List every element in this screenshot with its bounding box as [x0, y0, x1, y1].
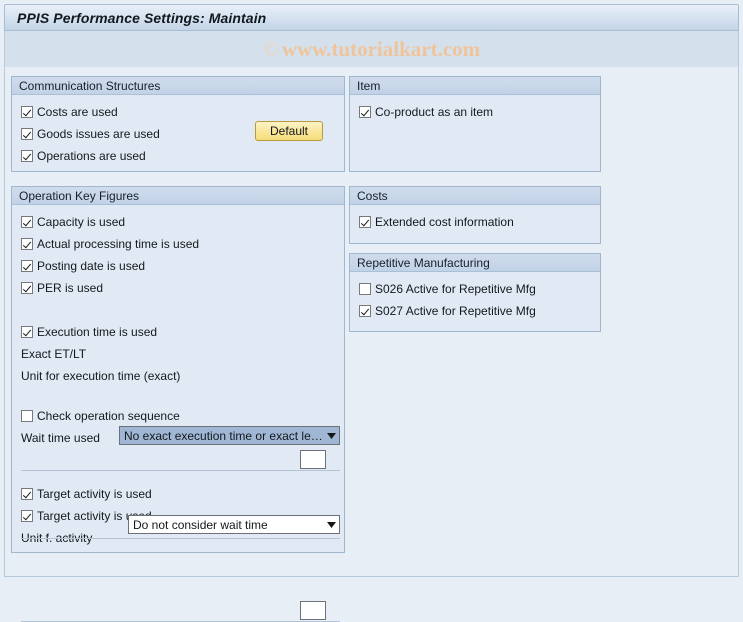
watermark-text: © www.tutorialkart.com — [263, 37, 480, 62]
group-title-item: Item — [357, 78, 381, 93]
checkbox-row-co-product-as-an-item[interactable]: Co-product as an item — [350, 101, 600, 123]
group-title-repetitive-manufacturing: Repetitive Manufacturing — [357, 255, 490, 270]
group-body-repetitive-manufacturing: S026 Active for Repetitive Mfg S027 Acti… — [350, 272, 600, 322]
checkbox-posting-date-is-used[interactable] — [21, 260, 33, 272]
label-extended-cost-information: Extended cost information — [375, 215, 514, 229]
divider-execution-time — [21, 470, 340, 471]
label-wait-time-used: Wait time used — [21, 431, 100, 445]
chevron-down-icon[interactable] — [324, 521, 339, 528]
divider-wait-time — [21, 538, 340, 539]
input-unit-for-execution-time[interactable] — [300, 450, 326, 469]
default-button[interactable]: Default — [255, 121, 323, 141]
label-per-is-used: PER is used — [37, 281, 104, 295]
group-repetitive-manufacturing: Repetitive Manufacturing S026 Active for… — [349, 253, 601, 332]
checkbox-operations-are-used[interactable] — [21, 150, 33, 162]
label-unit-for-execution-time: Unit for execution time (exact) — [21, 369, 181, 383]
dropdown-wait-time-used-value: Do not consider wait time — [133, 517, 268, 532]
group-body-item: Co-product as an item — [350, 95, 600, 123]
label-posting-date-is-used: Posting date is used — [37, 259, 146, 273]
checkbox-target-activity-2[interactable] — [21, 510, 33, 522]
group-header-communication-structures: Communication Structures — [12, 77, 344, 95]
checkbox-co-product-as-an-item[interactable] — [359, 106, 371, 118]
checkbox-row-posting-date-is-used[interactable]: Posting date is used — [12, 255, 344, 277]
watermark-banner: © www.tutorialkart.com — [4, 31, 739, 67]
checkbox-capacity-is-used[interactable] — [21, 216, 33, 228]
checkbox-row-per-is-used[interactable]: PER is used — [12, 277, 344, 299]
checkbox-row-s026-active[interactable]: S026 Active for Repetitive Mfg — [350, 278, 600, 300]
checkbox-s027-active-for-repetitive-mfg[interactable] — [359, 305, 371, 317]
watermark-url: www.tutorialkart.com — [281, 36, 481, 61]
checkbox-row-actual-processing-time-is-used[interactable]: Actual processing time is used — [12, 233, 344, 255]
checkbox-goods-issues-are-used[interactable] — [21, 128, 33, 140]
checkbox-row-check-operation-sequence[interactable]: Check operation sequence — [12, 405, 344, 427]
label-exact-et-lt: Exact ET/LT — [21, 347, 87, 361]
label-s027-active-for-repetitive-mfg: S027 Active for Repetitive Mfg — [375, 304, 536, 318]
label-s026-active-for-repetitive-mfg: S026 Active for Repetitive Mfg — [375, 282, 536, 296]
label-execution-time-is-used: Execution time is used — [37, 325, 158, 339]
window-title-bar: PPIS Performance Settings: Maintain — [4, 4, 739, 31]
label-costs-are-used: Costs are used — [37, 105, 118, 119]
checkbox-actual-processing-time-is-used[interactable] — [21, 238, 33, 250]
dropdown-exact-et-lt-value: No exact execution time or exact le… — [124, 428, 323, 443]
checkbox-extended-cost-information[interactable] — [359, 216, 371, 228]
checkbox-row-s027-active[interactable]: S027 Active for Repetitive Mfg — [350, 300, 600, 322]
group-body-communication-structures: Costs are used Goods issues are used Ope… — [12, 95, 344, 167]
checkbox-target-activity-1[interactable] — [21, 488, 33, 500]
group-body-operation-key-figures: Capacity is used Actual processing time … — [12, 205, 344, 622]
page-title: PPIS Performance Settings: Maintain — [17, 9, 267, 26]
group-header-costs: Costs — [350, 187, 600, 205]
label-target-activity-1: Target activity is used — [37, 487, 152, 501]
group-title-costs: Costs — [357, 188, 388, 203]
group-item: Item Co-product as an item — [349, 76, 601, 172]
checkbox-row-capacity-is-used[interactable]: Capacity is used — [12, 211, 344, 233]
checkbox-check-operation-sequence[interactable] — [21, 410, 33, 422]
checkbox-row-costs-are-used[interactable]: Costs are used — [12, 101, 344, 123]
input-unit-f-activity[interactable] — [300, 601, 326, 620]
label-actual-processing-time-is-used: Actual processing time is used — [37, 237, 200, 251]
group-operation-key-figures: Operation Key Figures Capacity is used A… — [11, 186, 345, 622]
copyright-icon: © — [262, 36, 279, 61]
group-costs: Costs Extended cost information — [349, 186, 601, 244]
checkbox-row-execution-time-is-used[interactable]: Execution time is used — [12, 321, 344, 343]
checkbox-s026-active-for-repetitive-mfg[interactable] — [359, 283, 371, 295]
group-body-costs: Extended cost information — [350, 205, 600, 233]
group-title-communication-structures: Communication Structures — [19, 78, 161, 93]
label-co-product-as-an-item: Co-product as an item — [375, 105, 494, 119]
checkbox-row-extended-cost-information[interactable]: Extended cost information — [350, 211, 600, 233]
checkbox-costs-are-used[interactable] — [21, 106, 33, 118]
checkbox-execution-time-is-used[interactable] — [21, 326, 33, 338]
checkbox-row-target-activity-1[interactable]: Target activity is used — [12, 483, 344, 505]
dropdown-exact-et-lt[interactable]: No exact execution time or exact le… — [119, 426, 340, 445]
field-row-exact-et-lt: Exact ET/LT — [12, 343, 344, 365]
group-header-repetitive-manufacturing: Repetitive Manufacturing — [350, 254, 600, 272]
checkbox-per-is-used[interactable] — [21, 282, 33, 294]
group-title-operation-key-figures: Operation Key Figures — [19, 188, 140, 203]
checkbox-row-operations-are-used[interactable]: Operations are used — [12, 145, 344, 167]
label-capacity-is-used: Capacity is used — [37, 215, 126, 229]
dropdown-wait-time-used[interactable]: Do not consider wait time — [128, 515, 340, 534]
form-canvas: Communication Structures Costs are used … — [4, 67, 739, 622]
group-communication-structures: Communication Structures Costs are used … — [11, 76, 345, 172]
group-header-item: Item — [350, 77, 600, 95]
field-row-unit-execution-time: Unit for execution time (exact) — [12, 365, 344, 387]
label-goods-issues-are-used: Goods issues are used — [37, 127, 160, 141]
label-check-operation-sequence: Check operation sequence — [37, 409, 180, 423]
group-header-operation-key-figures: Operation Key Figures — [12, 187, 344, 205]
chevron-down-icon[interactable] — [324, 432, 339, 439]
label-operations-are-used: Operations are used — [37, 149, 146, 163]
